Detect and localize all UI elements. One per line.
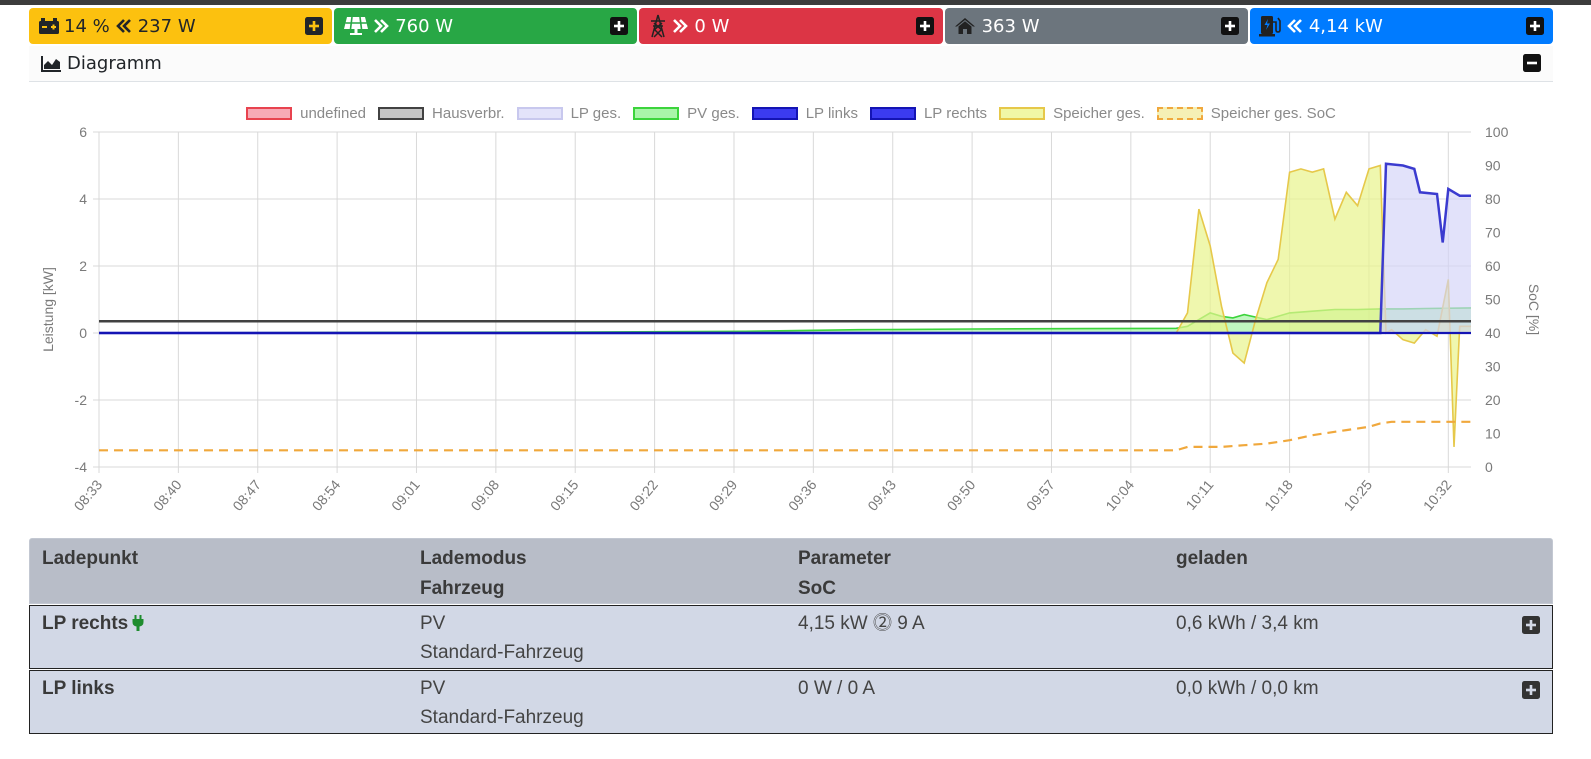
chargepoint-name-cell: LP links [42,674,115,704]
y-tick-label-right: 80 [1485,191,1501,207]
chargepoints-power: 4,14 kW [1308,15,1383,37]
chargepoint-name: LP rechts [42,613,129,634]
x-tick-label: 09:01 [388,476,423,513]
y-tick-label-right: 40 [1485,325,1501,341]
battery-soc: 14 % [64,15,110,37]
charge-mode[interactable]: PV [420,674,445,704]
charged-amount: 0,0 kWh / 0,0 km [1176,678,1319,699]
x-tick-label: 10:04 [1102,476,1137,513]
house-tile[interactable]: 363 W [944,8,1248,44]
vehicle-name: Standard-Fahrzeug [420,642,584,663]
chargepoint-table: Ladepunkt Lademodus Fahrzeug Parameter S… [29,538,1553,734]
y-tick-label-right: 90 [1485,158,1501,174]
charge-mode[interactable]: PV [420,609,445,639]
y-tick-label-right: 100 [1485,124,1509,140]
battery-tile[interactable]: 14 % 237 W [29,8,333,44]
top-border [0,0,1591,5]
grid-tile[interactable]: 0 W [639,8,943,44]
y-tick-label-right: 0 [1485,459,1493,475]
home-icon [954,17,976,35]
y-tick-label-left: 0 [79,325,87,341]
expand-plus-icon[interactable] [1522,616,1540,634]
series-line-speicher-ges-soc [99,420,1471,452]
house-power: 363 W [981,15,1040,37]
y-axis-title-right: SoC [%] [1526,284,1542,335]
table-header: Ladepunkt Lademodus Fahrzeug Parameter S… [29,538,1553,604]
x-tick-label: 09:22 [626,476,661,513]
grid-power: 0 W [694,15,730,37]
power-pylon-icon [648,14,668,38]
x-tick-label: 10:25 [1340,476,1375,513]
y-tick-label-right: 50 [1485,292,1501,308]
header-fahrzeug: Fahrzeug [420,578,505,599]
angle-double-right-icon [672,18,689,34]
charge-parameters: 4,15 kW ⓶ 9 A [798,613,925,634]
plug-connected-icon [132,611,144,641]
series-area-speicher-ges [99,165,1471,447]
y-axis-title-left: Leistung [kW] [40,267,56,352]
chart-canvas: 6420-2-4100908070605040302010008:33 08:40… [40,124,1542,514]
header-parameter: Parameter [798,548,891,569]
table-row[interactable]: LP rechts PV Standard-Fahrzeug 4,15 kW ⓶… [29,605,1553,669]
x-tick-label: 10:11 [1182,476,1216,512]
x-tick-label: 09:36 [785,476,820,513]
charged-amount: 0,6 kWh / 3,4 km [1176,613,1319,634]
expand-plus-icon[interactable] [305,17,324,35]
y-tick-label-left: 6 [79,124,87,140]
collapse-minus-icon[interactable] [1523,54,1541,72]
chargepoint-name: LP links [42,678,115,699]
diagram-header[interactable]: Diagramm [29,46,1553,82]
diagram-title: Diagramm [67,53,162,74]
table-row[interactable]: LP links PV Standard-Fahrzeug 0 W / 0 A … [29,670,1553,734]
angle-double-right-icon [373,18,390,34]
y-tick-label-left: -2 [75,392,88,408]
header-ladepunkt: Ladepunkt [42,548,139,569]
y-tick-label-right: 30 [1485,359,1501,375]
expand-plus-icon[interactable] [1522,681,1540,699]
x-tick-label: 08:33 [71,476,106,513]
expand-plus-icon[interactable] [915,17,934,35]
y-tick-label-right: 60 [1485,258,1501,274]
power-chart: undefined Hausverbr. LP ges. PV ges. LP link… [29,90,1553,530]
x-tick-label: 10:18 [1261,476,1296,513]
x-tick-label: 09:50 [944,476,979,513]
y-tick-label-right: 70 [1485,225,1501,241]
x-tick-label: 09:43 [864,476,899,513]
charging-station-icon [1258,15,1283,37]
expand-plus-icon[interactable] [610,17,629,35]
expand-plus-icon[interactable] [1526,17,1545,35]
pv-power: 760 W [395,15,454,37]
y-tick-label-left: -4 [75,459,88,475]
area-chart-icon [41,55,61,72]
power-tiles: 14 % 237 W 760 W 0 W 363 W 4,14 kW [29,8,1554,44]
y-tick-label-left: 4 [79,191,87,207]
x-tick-label: 08:47 [229,476,264,513]
y-tick-label-right: 20 [1485,392,1501,408]
y-tick-label-right: 10 [1485,426,1501,442]
angle-double-left-icon [115,18,132,34]
expand-plus-icon[interactable] [1220,17,1239,35]
header-geladen: geladen [1176,548,1248,569]
angle-double-left-icon [1286,18,1303,34]
header-soc: SoC [798,578,836,599]
x-tick-label: 09:57 [1023,476,1058,513]
charge-parameters: 0 W / 0 A [798,678,876,699]
x-tick-label: 09:15 [547,476,582,513]
x-tick-label: 10:32 [1420,476,1455,513]
solar-panel-icon [343,16,369,36]
x-tick-label: 09:29 [705,476,740,513]
x-tick-label: 09:08 [467,476,502,513]
pv-tile[interactable]: 760 W [334,8,638,44]
chargepoint-name-cell: LP rechts [42,609,144,641]
vehicle-name: Standard-Fahrzeug [420,707,584,728]
x-tick-label: 08:40 [150,476,185,513]
x-tick-label: 08:54 [309,476,344,513]
battery-power: 237 W [137,15,196,37]
chargepoints-tile[interactable]: 4,14 kW [1249,8,1554,44]
y-tick-label-left: 2 [79,258,87,274]
header-lademodus: Lademodus [420,548,527,569]
car-battery-icon [38,17,60,35]
